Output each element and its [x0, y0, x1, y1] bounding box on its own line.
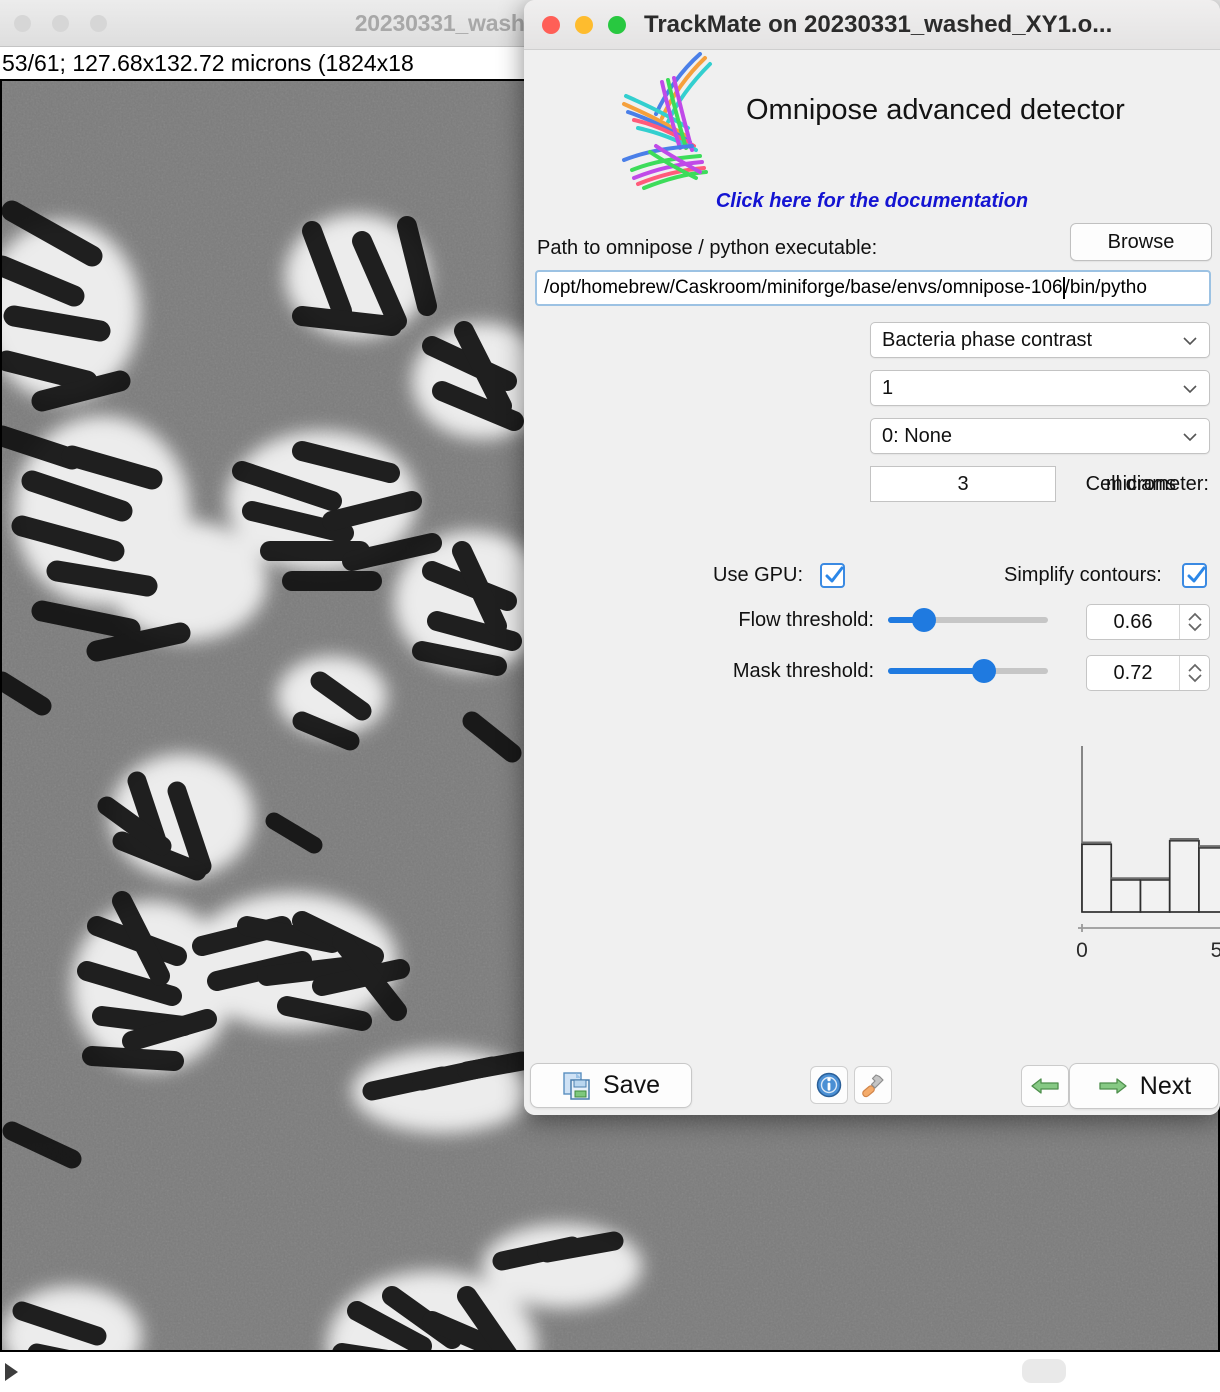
cell-diameter-units: microns: [1106, 473, 1177, 495]
checkbox-row: Use GPU: Simplify contours:: [524, 560, 1220, 592]
mask-threshold-slider-fill: [888, 668, 978, 674]
chevron-down-icon[interactable]: [1187, 622, 1203, 632]
flow-threshold-slider[interactable]: [888, 608, 1048, 632]
documentation-link[interactable]: Click here for the documentation: [524, 190, 1220, 213]
save-button-label: Save: [603, 1071, 660, 1099]
save-button[interactable]: Save: [530, 1063, 692, 1108]
cell-diameter-input[interactable]: 3: [870, 466, 1056, 502]
trackmate-dialog-window: TrackMate on 20230331_washed_XY1.o... Om…: [524, 0, 1220, 1115]
checkmark-icon: [825, 566, 844, 583]
path-text-after-caret: /bin/pytho: [1064, 277, 1147, 298]
flow-threshold-value[interactable]: 0.66: [1087, 605, 1179, 639]
flow-threshold-row: Flow threshold: 0.66: [524, 600, 1220, 640]
optional-second-channel-value: 0: None: [882, 425, 953, 447]
info-button[interactable]: [810, 1066, 848, 1104]
pretrained-model-row: Pretrained model: Bacteria phase contras…: [524, 322, 1220, 358]
chevron-down-icon: [1183, 337, 1197, 346]
svg-text:500: 500: [1211, 939, 1220, 962]
pretrained-model-value: Bacteria phase contrast: [882, 329, 1093, 351]
wrench-button[interactable]: [854, 1066, 892, 1104]
dialog-title: TrackMate on 20230331_washed_XY1.o...: [644, 11, 1113, 38]
use-gpu-label: Use GPU:: [713, 564, 804, 586]
detector-heading: Omnipose advanced detector: [746, 94, 1125, 126]
mask-threshold-label: Mask threshold:: [732, 660, 874, 682]
python-path-input[interactable]: /opt/homebrew/Caskroom/miniforge/base/en…: [535, 270, 1211, 306]
use-gpu-checkbox[interactable]: [820, 563, 845, 588]
chevron-down-icon: [1183, 433, 1197, 442]
left-arrow-icon: [1031, 1078, 1059, 1094]
mask-threshold-slider-knob[interactable]: [972, 659, 996, 683]
next-button[interactable]: Next: [1069, 1063, 1219, 1109]
channel-to-segment-value: 1: [882, 377, 894, 399]
simplify-contours-label: Simplify contours:: [1004, 564, 1162, 586]
previous-button[interactable]: [1021, 1065, 1069, 1107]
flow-threshold-stepper[interactable]: [1179, 605, 1209, 639]
simplify-contours-checkbox[interactable]: [1182, 563, 1207, 588]
flow-threshold-label: Flow threshold:: [738, 609, 874, 631]
svg-text:0: 0: [1076, 939, 1088, 962]
checkmark-icon: [1187, 566, 1206, 583]
optional-second-channel-row: Optional second channel: 0: None: [524, 418, 1220, 454]
next-button-label: Next: [1139, 1071, 1192, 1100]
chevron-down-icon[interactable]: [1187, 673, 1203, 683]
chevron-up-icon[interactable]: [1187, 612, 1203, 622]
detector-header-row: Omnipose advanced detector: [524, 52, 1220, 192]
wrench-icon: [862, 1074, 884, 1098]
mask-threshold-stepper[interactable]: [1179, 656, 1209, 690]
path-label: Path to omnipose / python executable:: [537, 237, 878, 259]
play-triangle-icon[interactable]: [5, 1363, 18, 1381]
chevron-up-icon[interactable]: [1187, 663, 1203, 673]
mask-threshold-spinner[interactable]: 0.72: [1086, 655, 1210, 691]
area-histogram-chart: 0500100015002000: [1076, 746, 1220, 962]
dialog-titlebar[interactable]: TrackMate on 20230331_washed_XY1.o...: [524, 0, 1220, 50]
browse-button[interactable]: Browse: [1070, 223, 1212, 261]
save-disk-icon: [563, 1071, 590, 1100]
info-circle-icon: [816, 1072, 842, 1098]
omnipose-logo-icon: [622, 52, 712, 190]
optional-second-channel-select[interactable]: 0: None: [870, 418, 1210, 454]
cell-diameter-row: Cell diameter: 3 microns: [524, 466, 1220, 502]
mask-threshold-slider[interactable]: [888, 659, 1048, 683]
mask-threshold-row: Mask threshold: 0.72: [524, 651, 1220, 691]
dialog-footer-toolbar: Save Next: [524, 1055, 1220, 1115]
flow-threshold-slider-knob[interactable]: [912, 608, 936, 632]
flow-threshold-spinner[interactable]: 0.66: [1086, 604, 1210, 640]
frame-slider-knob[interactable]: [1022, 1359, 1066, 1383]
path-text-before-caret: /opt/homebrew/Caskroom/miniforge/base/en…: [544, 277, 1063, 298]
channel-to-segment-row: Channel to segment: 1: [524, 370, 1220, 406]
pretrained-model-select[interactable]: Bacteria phase contrast: [870, 322, 1210, 358]
chevron-down-icon: [1183, 385, 1197, 394]
channel-to-segment-select[interactable]: 1: [870, 370, 1210, 406]
mask-threshold-value[interactable]: 0.72: [1087, 656, 1179, 690]
right-arrow-icon: [1099, 1078, 1127, 1094]
